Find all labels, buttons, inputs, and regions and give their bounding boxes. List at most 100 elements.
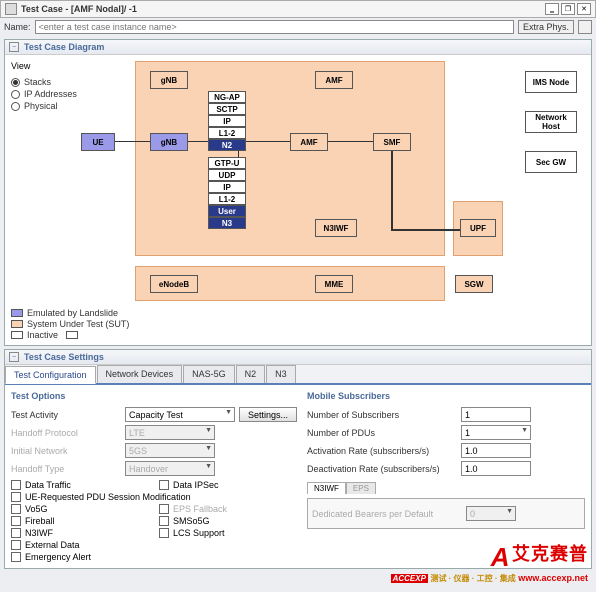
cb-smso5g[interactable]: SMSo5G: [159, 516, 297, 526]
legend-swatch-white: [11, 331, 23, 339]
act-rate-label: Activation Rate (subscribers/s): [307, 446, 457, 456]
settings-title: Test Case Settings: [24, 352, 587, 362]
node-upf[interactable]: UPF: [460, 219, 496, 237]
node-enodeb[interactable]: eNodeB: [150, 275, 198, 293]
view-label: View: [11, 61, 101, 71]
mini-tab-eps[interactable]: EPS: [346, 482, 376, 494]
tab-test-config[interactable]: Test Configuration: [5, 366, 96, 384]
legend-swatch-orange: [11, 320, 23, 328]
stack-n2: NG-AP SCTP IP L1-2 N2: [208, 91, 246, 151]
extra-phys-button[interactable]: Extra Phys.: [518, 20, 574, 34]
handoff-proto-combo: LTE: [125, 425, 215, 440]
activity-label: Test Activity: [11, 410, 121, 420]
conn-line: [327, 141, 375, 142]
mobile-subs-title: Mobile Subscribers: [307, 391, 585, 401]
subs-mini-tabs: N3IWF EPS: [307, 482, 585, 494]
radio-icon: [11, 78, 20, 87]
view-selector: View Stacks IP Addresses Physical: [11, 61, 101, 111]
num-pdus-combo[interactable]: 1: [461, 425, 531, 440]
conn-line: [391, 229, 469, 231]
watermark-brand: ACCEXP: [391, 574, 428, 583]
tab-nas5g[interactable]: NAS-5G: [183, 365, 235, 383]
collapse-icon[interactable]: −: [9, 42, 19, 52]
node-ue[interactable]: UE: [81, 133, 115, 151]
stack-n3: GTP-U UDP IP L1-2 User N3: [208, 157, 246, 229]
name-label: Name:: [4, 22, 31, 32]
test-options-title: Test Options: [11, 391, 297, 401]
watermark-url: www.accexp.net: [518, 573, 588, 583]
name-input[interactable]: [35, 20, 514, 34]
region-main: [135, 61, 445, 256]
activity-combo[interactable]: Capacity Test: [125, 407, 235, 422]
cb-vo5g[interactable]: Vo5G: [11, 504, 149, 514]
mobile-subs-col: Mobile Subscribers Number of Subscribers…: [307, 391, 585, 562]
node-amf-top[interactable]: AMF: [315, 71, 353, 89]
settings-header[interactable]: − Test Case Settings: [5, 350, 591, 365]
node-secgw[interactable]: Sec GW: [525, 151, 577, 173]
settings-button[interactable]: Settings...: [239, 407, 297, 422]
cb-external-data[interactable]: External Data: [11, 540, 297, 550]
num-subs-input[interactable]: 1: [461, 407, 531, 422]
node-amf[interactable]: AMF: [290, 133, 328, 151]
diagram-canvas[interactable]: gNB AMF UE gNB AMF SMF NG-AP SCTP IP L1-…: [105, 61, 585, 316]
diagram-panel: − Test Case Diagram View Stacks IP Addre…: [4, 39, 592, 346]
cb-fireball[interactable]: Fireball: [11, 516, 149, 526]
collapse-icon[interactable]: −: [9, 352, 19, 362]
toolbar-square-button[interactable]: [578, 20, 592, 34]
close-button[interactable]: ✕: [577, 3, 591, 15]
handoff-type-combo: Handover: [125, 461, 215, 476]
handoff-type-label: Handoff Type: [11, 464, 121, 474]
deact-rate-input[interactable]: 1.0: [461, 461, 531, 476]
settings-body: Test Configuration Network Devices NAS-5…: [5, 365, 591, 568]
watermark-sub: 测试 · 仪器 · 工控 · 集成: [430, 574, 515, 583]
diagram-body: View Stacks IP Addresses Physical gNB AM…: [5, 55, 591, 345]
cb-n3iwf[interactable]: N3IWF: [11, 528, 149, 538]
diagram-header[interactable]: − Test Case Diagram: [5, 40, 591, 55]
radio-icon: [11, 102, 20, 111]
diagram-title: Test Case Diagram: [24, 42, 587, 52]
radio-ip[interactable]: IP Addresses: [11, 89, 101, 99]
cb-data-traffic[interactable]: Data Traffic: [11, 480, 149, 490]
ded-bearers-label: Dedicated Bearers per Default: [312, 509, 462, 519]
window-title-bar: Test Case - [AMF Nodal]/ -1 ‗ ❐ ✕: [0, 0, 596, 18]
cb-emergency[interactable]: Emergency Alert: [11, 552, 297, 562]
conn-line: [245, 141, 293, 142]
node-gnb-top[interactable]: gNB: [150, 71, 188, 89]
cb-eps-fallback: EPS Fallback: [159, 504, 297, 514]
cb-ue-req[interactable]: UE-Requested PDU Session Modification: [11, 492, 297, 502]
node-n3iwf[interactable]: N3IWF: [315, 219, 357, 237]
conn-line: [391, 150, 393, 230]
ded-bearers-combo: 0: [466, 506, 516, 521]
tab-n3[interactable]: N3: [266, 365, 296, 383]
act-rate-input[interactable]: 1.0: [461, 443, 531, 458]
minimize-button[interactable]: ‗: [545, 3, 559, 15]
tab-n2[interactable]: N2: [236, 365, 266, 383]
window-title: Test Case - [AMF Nodal]/ -1: [21, 4, 543, 14]
tab-network-devices[interactable]: Network Devices: [97, 365, 183, 383]
mini-tab-n3iwf[interactable]: N3IWF: [307, 482, 346, 494]
maximize-button[interactable]: ❐: [561, 3, 575, 15]
initial-net-label: Initial Network: [11, 446, 121, 456]
node-nethost[interactable]: Network Host: [525, 111, 577, 133]
app-icon: [5, 3, 17, 15]
legend-swatch-white2: [66, 331, 78, 339]
legend-swatch-purple: [11, 309, 23, 317]
cb-data-ipsec[interactable]: Data IPSec: [159, 480, 297, 490]
node-gnb[interactable]: gNB: [150, 133, 188, 151]
name-bar: Name: Extra Phys.: [0, 18, 596, 36]
node-mme[interactable]: MME: [315, 275, 353, 293]
initial-net-combo: 5GS: [125, 443, 215, 458]
diagram-legend: Emulated by Landslide System Under Test …: [11, 307, 129, 341]
settings-content: Test Options Test Activity Capacity Test…: [5, 385, 591, 568]
radio-physical[interactable]: Physical: [11, 101, 101, 111]
radio-icon: [11, 90, 20, 99]
cb-lcs[interactable]: LCS Support: [159, 528, 297, 538]
radio-stacks[interactable]: Stacks: [11, 77, 101, 87]
num-pdus-label: Number of PDUs: [307, 428, 457, 438]
node-ims[interactable]: IMS Node: [525, 71, 577, 93]
node-sgw[interactable]: SGW: [455, 275, 493, 293]
node-smf[interactable]: SMF: [373, 133, 411, 151]
subs-subpanel: Dedicated Bearers per Default 0: [307, 498, 585, 529]
options-checkboxes: Data Traffic Data IPSec UE-Requested PDU…: [11, 480, 297, 562]
deact-rate-label: Deactivation Rate (subscribers/s): [307, 464, 457, 474]
